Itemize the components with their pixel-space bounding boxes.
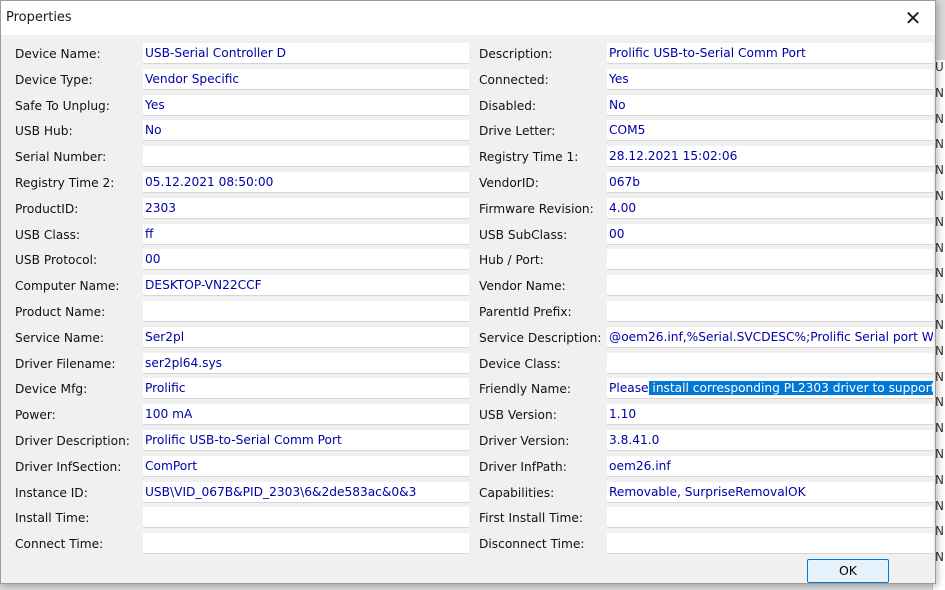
field-value-text: Prolific USB-to-Serial Comm Port bbox=[609, 46, 806, 60]
field-value-vendorid[interactable]: 067b bbox=[607, 171, 933, 193]
field-label: Disconnect Time: bbox=[479, 537, 585, 552]
field-row-firmware-revision: Firmware Revision: 4.00 bbox=[1, 197, 937, 224]
field-row-service-description: Service Description: @oem26.inf,%Serial.S… bbox=[1, 326, 937, 353]
dialog-title: Properties bbox=[6, 10, 72, 25]
field-value-hub-port[interactable] bbox=[607, 249, 933, 271]
field-value-parentid-prefix[interactable] bbox=[607, 300, 933, 322]
field-value-driver-infpath[interactable]: oem26.inf bbox=[607, 455, 933, 477]
field-row-device-class: Device Class: bbox=[1, 352, 937, 379]
field-row-usb-version: USB Version: 1.10 bbox=[1, 404, 937, 430]
field-label: Capabilities: bbox=[479, 485, 555, 500]
field-row-driver-version: Driver Version: 3.8.41.0 bbox=[1, 429, 937, 456]
properties-dialog: Properties ✕ Device Name: USB-Serial Cont… bbox=[0, 0, 936, 584]
field-row-capabilities: Capabilities: Removable, SurpriseRemovalO… bbox=[1, 481, 937, 508]
field-row-disabled: Disabled: No bbox=[1, 94, 937, 121]
field-value-text: 28.12.2021 15:02:06 bbox=[609, 149, 738, 164]
field-value-disabled[interactable]: No bbox=[607, 94, 933, 116]
field-value-text: oem26.inf bbox=[609, 458, 671, 473]
field-label: Vendor Name: bbox=[479, 279, 566, 294]
field-label: Device Class: bbox=[479, 356, 561, 371]
close-icon[interactable]: ✕ bbox=[891, 1, 935, 35]
field-row-parentid-prefix: ParentId Prefix: bbox=[1, 300, 937, 327]
field-label: VendorID: bbox=[479, 175, 539, 190]
right-field-column: Description: Prolific USB-to-Serial Comm … bbox=[1, 43, 937, 559]
field-row-drive-letter: Drive Letter: COM5 bbox=[1, 120, 937, 146]
field-value-connected[interactable]: Yes bbox=[607, 68, 933, 90]
field-label: Disabled: bbox=[479, 98, 537, 113]
field-value-drive-letter[interactable]: COM5 bbox=[607, 120, 933, 142]
field-value-text: 00 bbox=[609, 226, 625, 241]
field-row-registry-time-1: Registry Time 1: 28.12.2021 15:02:06 bbox=[1, 146, 937, 172]
field-row-connected: Connected: Yes bbox=[1, 68, 937, 95]
field-row-hub-port: Hub / Port: bbox=[1, 249, 937, 275]
field-value-service-description[interactable]: @oem26.inf,%Serial.SVCDESC%;Prolific Ser… bbox=[607, 326, 933, 348]
field-label: Hub / Port: bbox=[479, 253, 544, 268]
field-value-description[interactable]: Prolific USB-to-Serial Comm Port bbox=[607, 43, 933, 64]
field-label: USB Version: bbox=[479, 408, 557, 423]
ok-button[interactable]: OK bbox=[807, 559, 889, 583]
field-value-vendor-name[interactable] bbox=[607, 275, 933, 297]
field-row-friendly-name: Friendly Name: Please install correspondi… bbox=[1, 378, 937, 404]
field-label: USB SubClass: bbox=[479, 227, 568, 242]
field-value-text: Removable, SurpriseRemovalOK bbox=[609, 484, 806, 499]
field-value-registry-time-1[interactable]: 28.12.2021 15:02:06 bbox=[607, 146, 933, 168]
field-row-disconnect-time: Disconnect Time: bbox=[1, 533, 937, 559]
field-value-text: Please bbox=[609, 381, 649, 396]
field-value-usb-version[interactable]: 1.10 bbox=[607, 404, 933, 426]
field-value-first-install-time[interactable] bbox=[607, 507, 933, 529]
field-value-usb-subclass[interactable]: 00 bbox=[607, 223, 933, 245]
field-row-description: Description: Prolific USB-to-Serial Comm … bbox=[1, 43, 937, 69]
field-label: Firmware Revision: bbox=[479, 201, 594, 216]
field-value-text: 067b bbox=[609, 174, 640, 189]
field-value-text: 4.00 bbox=[609, 200, 637, 215]
title-bar: Properties ✕ bbox=[1, 1, 935, 35]
field-label: Connected: bbox=[479, 72, 549, 87]
field-row-usb-subclass: USB SubClass: 00 bbox=[1, 223, 937, 250]
field-value-text: @oem26.inf,%Serial.SVCDESC%;Prolific Ser… bbox=[609, 329, 933, 344]
field-row-vendor-name: Vendor Name: bbox=[1, 275, 937, 301]
field-value-text: 3.8.41.0 bbox=[609, 432, 660, 447]
field-label: ParentId Prefix: bbox=[479, 304, 572, 319]
field-value-driver-version[interactable]: 3.8.41.0 bbox=[607, 429, 933, 451]
selected-text: install corresponding PL2303 driver to s… bbox=[648, 381, 933, 396]
field-label: First Install Time: bbox=[479, 511, 584, 526]
field-value-friendly-name[interactable]: Please install corresponding PL2303 driv… bbox=[607, 378, 933, 400]
field-label: Friendly Name: bbox=[479, 382, 572, 397]
field-value-firmware-revision[interactable]: 4.00 bbox=[607, 197, 933, 219]
field-label: Description: bbox=[479, 47, 553, 61]
field-value-disconnect-time[interactable] bbox=[607, 533, 933, 555]
field-value-device-class[interactable] bbox=[607, 352, 933, 374]
field-row-first-install-time: First Install Time: bbox=[1, 507, 937, 533]
field-label: Service Description: bbox=[479, 330, 602, 345]
field-value-text: 1.10 bbox=[609, 407, 637, 422]
field-value-text: No bbox=[609, 97, 626, 112]
field-value-text: COM5 bbox=[609, 123, 646, 138]
field-label: Drive Letter: bbox=[479, 124, 556, 139]
field-row-driver-infpath: Driver InfPath: oem26.inf bbox=[1, 455, 937, 482]
field-label: Driver Version: bbox=[479, 433, 570, 448]
field-value-capabilities[interactable]: Removable, SurpriseRemovalOK bbox=[607, 481, 933, 503]
field-label: Registry Time 1: bbox=[479, 150, 579, 165]
field-row-vendorid: VendorID: 067b bbox=[1, 171, 937, 198]
field-label: Driver InfPath: bbox=[479, 459, 567, 474]
field-value-text: Yes bbox=[609, 71, 629, 86]
